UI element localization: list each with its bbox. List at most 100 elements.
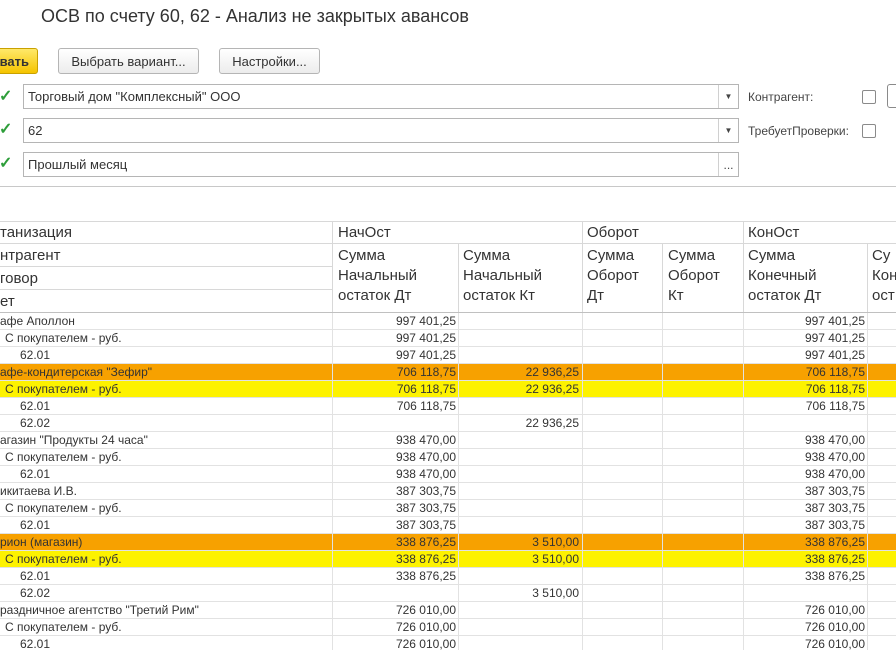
opening-dt-cell: 706 118,75 — [396, 365, 456, 379]
cell-separator — [867, 415, 868, 432]
table-row[interactable]: агазин "Продукты 24 часа" 938 470,00 938 4… — [0, 432, 896, 449]
cell-separator — [332, 483, 333, 500]
col-header-closing-kt: Су Кон ост — [872, 247, 896, 304]
cell-separator — [867, 432, 868, 449]
cell-separator — [867, 602, 868, 619]
table-row[interactable]: раздничное агентство "Третий Рим" 726 010… — [0, 602, 896, 619]
header-line — [0, 266, 332, 267]
table-row[interactable]: С покупателем - руб. 997 401,25 997 401,25 — [0, 330, 896, 347]
cell-separator — [458, 619, 459, 636]
col-group-closing: КонОст — [748, 224, 800, 241]
table-row[interactable]: 62.02 22 936,25 — [0, 415, 896, 432]
row-label: афе Аполлон — [0, 314, 75, 328]
counterparty-select-button[interactable] — [887, 84, 896, 108]
opening-kt-cell: 22 936,25 — [525, 365, 579, 379]
row-label: С покупателем - руб. — [5, 501, 122, 515]
table-row[interactable]: С покупателем - руб. 938 470,00 938 470,00 — [0, 449, 896, 466]
cell-separator — [458, 381, 459, 398]
opening-dt-cell: 706 118,75 — [396, 382, 456, 396]
table-row[interactable]: 62.01 387 303,75 387 303,75 — [0, 517, 896, 534]
table-row[interactable]: 62.01 938 470,00 938 470,00 — [0, 466, 896, 483]
cell-separator — [582, 381, 583, 398]
table-row[interactable]: икитаева И.В. 387 303,75 387 303,75 — [0, 483, 896, 500]
table-row[interactable]: рион (магазин) 338 876,25 3 510,00 338 876,… — [0, 534, 896, 551]
dropdown-arrow-icon[interactable]: ▼ — [718, 85, 738, 108]
closing-dt-cell: 726 010,00 — [804, 637, 865, 650]
cell-separator — [582, 432, 583, 449]
cell-separator — [662, 432, 663, 449]
cell-separator — [662, 619, 663, 636]
table-row[interactable]: афе Аполлон 997 401,25 997 401,25 — [0, 313, 896, 330]
table-row[interactable]: С покупателем - руб. 726 010,00 726 010,00 — [0, 619, 896, 636]
col-separator — [662, 243, 663, 313]
table-row[interactable]: 62.01 997 401,25 997 401,25 — [0, 347, 896, 364]
table-row[interactable]: 62.01 338 876,25 338 876,25 — [0, 568, 896, 585]
cell-separator — [582, 636, 583, 650]
account-field[interactable]: 62 ▼ — [23, 118, 739, 143]
cell-separator — [743, 585, 744, 602]
settings-button[interactable]: Настройки... — [219, 48, 320, 74]
col-header-closing-dt: Сумма Конечный остаток Дт — [748, 247, 822, 304]
opening-dt-cell: 938 470,00 — [395, 450, 456, 464]
select-period-button[interactable]: ... — [718, 153, 738, 176]
row-label: икитаева И.В. — [0, 484, 77, 498]
table-row[interactable]: 62.01 706 118,75 706 118,75 — [0, 398, 896, 415]
cell-separator — [332, 313, 333, 330]
cell-separator — [332, 466, 333, 483]
cell-separator — [743, 500, 744, 517]
row-label: агазин "Продукты 24 часа" — [0, 433, 148, 447]
opening-dt-cell: 997 401,25 — [395, 314, 456, 328]
cell-separator — [743, 534, 744, 551]
filter-account-checkbox[interactable]: ✓ — [0, 122, 14, 138]
col-group-opening: НачОст — [338, 224, 391, 241]
opening-dt-cell: 997 401,25 — [395, 331, 456, 345]
table-row[interactable]: С покупателем - руб. 706 118,75 22 936,25 7… — [0, 381, 896, 398]
cell-separator — [743, 347, 744, 364]
row-label: 62.01 — [20, 467, 51, 481]
requires-check-checkbox[interactable] — [862, 124, 876, 138]
table-row[interactable]: 62.01 726 010,00 726 010,00 — [0, 636, 896, 650]
cell-separator — [743, 415, 744, 432]
opening-kt-cell: 3 510,00 — [532, 586, 579, 600]
organization-field[interactable]: Торговый дом "Комплексный" ООО ▼ — [23, 84, 739, 109]
row-label: раздничное агентство "Третий Рим" — [0, 603, 199, 617]
cell-separator — [332, 517, 333, 534]
header-line — [0, 243, 332, 244]
table-row[interactable]: С покупателем - руб. 387 303,75 387 303,75 — [0, 500, 896, 517]
table-row[interactable]: 62.02 3 510,00 — [0, 585, 896, 602]
period-field[interactable]: Прошлый месяц ... — [23, 152, 739, 177]
cell-separator — [332, 330, 333, 347]
dropdown-arrow-icon[interactable]: ▼ — [718, 119, 738, 142]
cell-separator — [582, 483, 583, 500]
col-separator — [582, 221, 583, 313]
table-row[interactable]: афе-кондитерская "Зефир" 706 118,75 22 936… — [0, 364, 896, 381]
cell-separator — [743, 364, 744, 381]
cell-separator — [867, 313, 868, 330]
cell-separator — [867, 483, 868, 500]
header-line — [0, 289, 332, 290]
cell-separator — [662, 517, 663, 534]
col-separator — [332, 221, 333, 313]
opening-kt-cell: 3 510,00 — [532, 552, 579, 566]
filter-period-checkbox[interactable]: ✓ — [0, 156, 14, 172]
closing-dt-cell: 387 303,75 — [804, 518, 865, 532]
filter-organization-checkbox[interactable]: ✓ — [0, 89, 14, 105]
opening-dt-cell: 338 876,25 — [395, 552, 456, 566]
closing-dt-cell: 387 303,75 — [804, 501, 865, 515]
cell-separator — [662, 330, 663, 347]
choose-variant-button[interactable]: Выбрать вариант... — [58, 48, 199, 74]
cell-separator — [867, 568, 868, 585]
table-row[interactable]: С покупателем - руб. 338 876,25 3 510,00 33… — [0, 551, 896, 568]
row-label: С покупателем - руб. — [5, 450, 122, 464]
cell-separator — [867, 330, 868, 347]
generate-button[interactable]: вать — [0, 48, 38, 74]
divider — [0, 186, 896, 187]
counterparty-checkbox[interactable] — [862, 90, 876, 104]
col-header-opening-kt: Сумма Начальный остаток Кт — [463, 247, 543, 304]
cell-separator — [582, 517, 583, 534]
row-label: С покупателем - руб. — [5, 620, 122, 634]
cell-separator — [458, 466, 459, 483]
closing-dt-cell: 938 470,00 — [804, 450, 865, 464]
cell-separator — [332, 398, 333, 415]
opening-dt-cell: 997 401,25 — [395, 348, 456, 362]
